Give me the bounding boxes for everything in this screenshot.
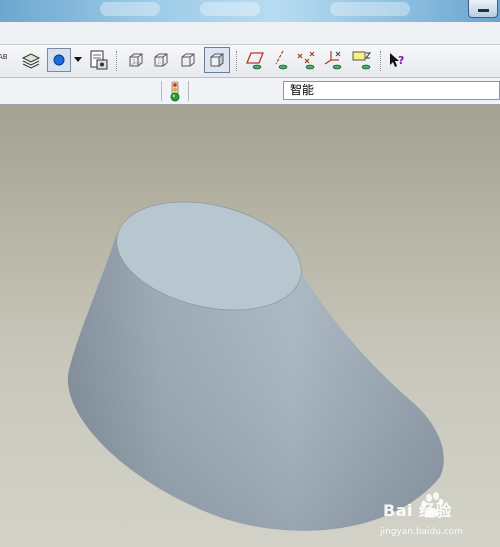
watermark-brand: Bai 经验 <box>383 501 453 520</box>
annotation-icon[interactable] <box>351 49 375 71</box>
selection-filter-select[interactable]: 智能 <box>283 81 500 100</box>
datum-plane-icon[interactable] <box>243 49 267 71</box>
no-hidden-icon[interactable] <box>177 49 199 71</box>
dropdown-arrow-icon[interactable] <box>72 49 84 71</box>
whats-this-help-icon[interactable]: ? <box>386 49 408 71</box>
watermark-url: jingyan.baidu.com <box>380 527 464 537</box>
saved-view-icon[interactable] <box>88 49 110 71</box>
main-toolbar: AB ? <box>0 45 500 78</box>
datum-point-icon[interactable] <box>296 49 318 71</box>
svg-text:AB: AB <box>0 53 8 61</box>
coordinate-system-icon[interactable] <box>322 49 346 71</box>
window-title-bar <box>0 0 500 22</box>
model-viewport[interactable] <box>0 105 500 547</box>
menu-bar <box>0 22 500 45</box>
text-style-icon[interactable]: AB <box>0 49 10 71</box>
shading-icon[interactable] <box>204 47 230 73</box>
oblique-truncated-cone[interactable] <box>67 185 444 531</box>
display-style-icon[interactable] <box>47 48 71 72</box>
datum-axis-icon[interactable] <box>270 49 292 71</box>
traffic-light-icon[interactable] <box>168 81 182 103</box>
hidden-line-icon[interactable] <box>150 49 172 71</box>
wireframe-icon[interactable] <box>125 49 147 71</box>
svg-text:?: ? <box>398 54 404 67</box>
layers-icon[interactable] <box>20 49 42 71</box>
minimize-button[interactable] <box>468 0 498 18</box>
